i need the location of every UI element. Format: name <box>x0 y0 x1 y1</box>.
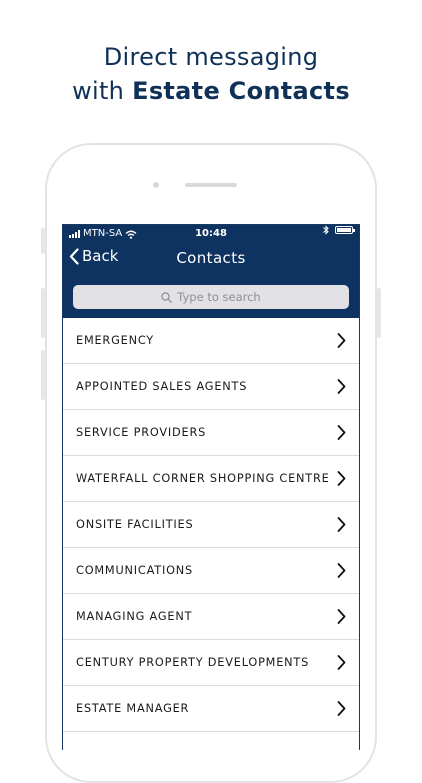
chevron-right-icon <box>337 563 346 578</box>
contact-label: CENTURY PROPERTY DEVELOPMENTS <box>76 656 310 669</box>
contact-label: SERVICE PROVIDERS <box>76 426 207 439</box>
phone-volume-up <box>41 288 45 338</box>
phone-camera <box>153 182 159 188</box>
search-icon <box>161 291 173 303</box>
status-right <box>323 225 355 235</box>
promo-line-2-prefix: with <box>72 77 133 105</box>
contact-row-communications[interactable]: COMMUNICATIONS <box>63 548 359 594</box>
status-time: 10:48 <box>195 228 227 239</box>
nav-bar: Back Contacts <box>63 245 359 275</box>
app-screen: MTN-SA 10:48 Back Contacts Type to searc… <box>62 224 360 750</box>
contact-label: COMMUNICATIONS <box>76 564 194 577</box>
chevron-right-icon <box>337 379 346 394</box>
page-title: Contacts <box>176 249 246 267</box>
contact-row-managing-agent[interactable]: MANAGING AGENT <box>63 594 359 640</box>
bluetooth-icon <box>323 225 329 235</box>
contacts-list: EMERGENCY APPOINTED SALES AGENTS SERVICE… <box>63 318 359 732</box>
phone-mute-switch <box>41 228 45 254</box>
contact-row-century-property-developments[interactable]: CENTURY PROPERTY DEVELOPMENTS <box>63 640 359 686</box>
contact-label: EMERGENCY <box>76 334 155 347</box>
contact-row-onsite-facilities[interactable]: ONSITE FACILITIES <box>63 502 359 548</box>
contact-label: WATERFALL CORNER SHOPPING CENTRE <box>76 472 330 485</box>
phone-power-button <box>377 288 381 338</box>
chevron-right-icon <box>337 425 346 440</box>
status-bar: MTN-SA 10:48 <box>63 225 359 243</box>
chevron-right-icon <box>337 471 346 486</box>
phone-speaker <box>185 183 237 187</box>
search-placeholder: Type to search <box>177 290 261 304</box>
contact-label: ONSITE FACILITIES <box>76 518 194 531</box>
phone-volume-down <box>41 350 45 400</box>
battery-icon <box>335 226 355 234</box>
contact-row-estate-manager[interactable]: ESTATE MANAGER <box>63 686 359 732</box>
contact-row-waterfall-corner-shopping-centre[interactable]: WATERFALL CORNER SHOPPING CENTRE <box>63 456 359 502</box>
contact-row-emergency[interactable]: EMERGENCY <box>63 318 359 364</box>
contact-label: ESTATE MANAGER <box>76 702 190 715</box>
contact-label: APPOINTED SALES AGENTS <box>76 380 248 393</box>
promo-line-1: Direct messaging <box>103 43 319 71</box>
search-input[interactable]: Type to search <box>73 285 349 309</box>
promo-line-2-bold: Estate Contacts <box>132 77 350 105</box>
contact-label: MANAGING AGENT <box>76 610 193 623</box>
chevron-right-icon <box>337 609 346 624</box>
contact-row-appointed-sales-agents[interactable]: APPOINTED SALES AGENTS <box>63 364 359 410</box>
contact-row-service-providers[interactable]: SERVICE PROVIDERS <box>63 410 359 456</box>
chevron-right-icon <box>337 517 346 532</box>
chevron-right-icon <box>337 701 346 716</box>
promo-line-2: with Estate Contacts <box>0 74 422 108</box>
promo-headline: Direct messaging with Estate Contacts <box>0 40 422 108</box>
chevron-right-icon <box>337 333 346 348</box>
chevron-right-icon <box>337 655 346 670</box>
